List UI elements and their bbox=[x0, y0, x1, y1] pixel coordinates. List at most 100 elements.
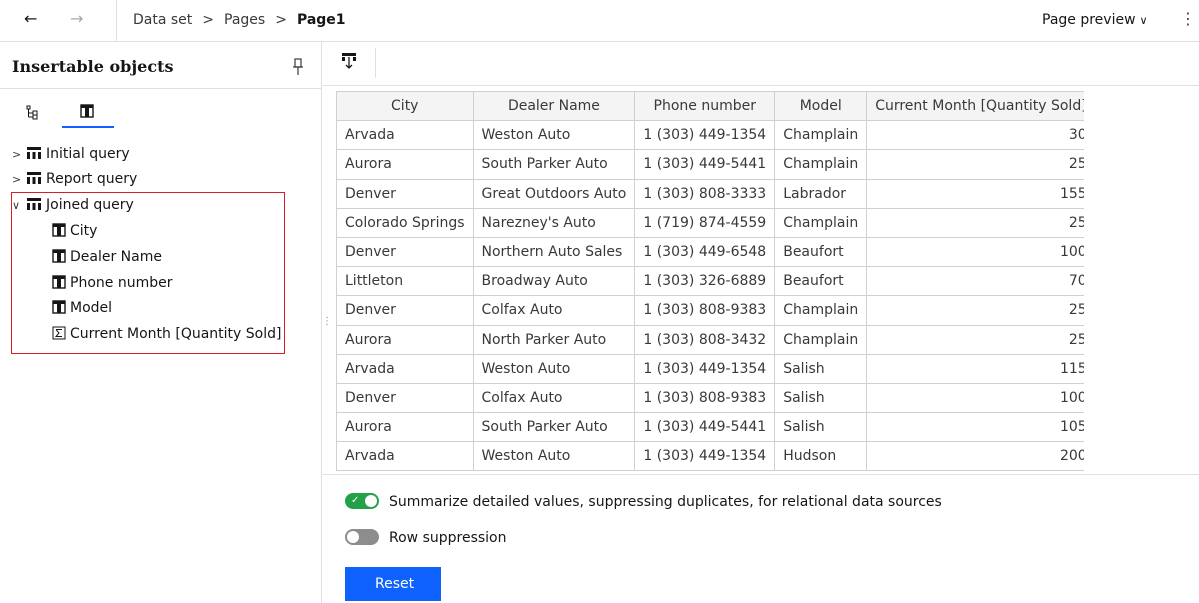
table-cell: Champlain bbox=[774, 207, 868, 238]
column-header-model[interactable]: Model bbox=[774, 91, 868, 122]
table-cell: 155 bbox=[866, 178, 1084, 209]
table-cell: 25 bbox=[866, 207, 1084, 238]
table-row[interactable]: Aurora South Parker Auto 1 (303) 449-5441 C… bbox=[336, 149, 1084, 180]
chevron-right-icon[interactable]: > bbox=[12, 168, 26, 192]
insert-column-icon[interactable] bbox=[341, 52, 357, 70]
chevron-down-icon[interactable]: ∨ bbox=[12, 194, 26, 218]
tree-item-report-query[interactable]: > Report query bbox=[12, 167, 137, 191]
table-row[interactable]: Arvada Weston Auto 1 (303) 449-1354 Champla… bbox=[336, 120, 1084, 151]
table-cell: Salish bbox=[774, 412, 868, 443]
data-item-icon bbox=[52, 300, 66, 314]
column-header-city[interactable]: City bbox=[336, 91, 474, 122]
column-header-quantity-sold[interactable]: Current Month [Quantity Sold] bbox=[866, 91, 1084, 122]
table-row[interactable]: Denver Northern Auto Sales 1 (303) 449-654… bbox=[336, 236, 1084, 268]
table-cell: Denver bbox=[336, 178, 474, 209]
table-cell: Aurora bbox=[336, 324, 474, 355]
tree-item-phone-number[interactable]: Phone number bbox=[52, 271, 172, 295]
hierarchy-icon bbox=[26, 105, 38, 120]
table-cell: Hudson bbox=[774, 441, 868, 472]
panel-title: Insertable objects bbox=[12, 57, 174, 76]
table-cell: South Parker Auto bbox=[472, 149, 636, 180]
overflow-menu-icon[interactable]: ⋮ bbox=[1180, 8, 1196, 30]
summarize-option: ✓ Summarize detailed values, suppressing … bbox=[345, 492, 942, 512]
table-cell: Salish bbox=[774, 382, 868, 414]
insertable-objects-panel: Insertable objects > Initial query > Repor… bbox=[0, 42, 322, 603]
data-item-icon bbox=[52, 275, 66, 289]
table-row[interactable]: Littleton Broadway Auto 1 (303) 326-6889 Be… bbox=[336, 266, 1084, 297]
table-row[interactable]: Denver Great Outdoors Auto 1 (303) 808-333… bbox=[336, 178, 1084, 209]
table-row[interactable]: Aurora South Parker Auto 1 (303) 449-5441 S… bbox=[336, 412, 1084, 443]
table-row[interactable]: Arvada Weston Auto 1 (303) 449-1354 Hudson 2… bbox=[336, 441, 1084, 472]
table-cell: Weston Auto bbox=[472, 120, 636, 151]
tab-source-tree[interactable] bbox=[8, 96, 60, 128]
table-cell: Arvada bbox=[336, 353, 474, 384]
tab-data-items[interactable] bbox=[62, 96, 114, 128]
tree-item-dealer-name[interactable]: Dealer Name bbox=[52, 245, 162, 269]
toolbar-divider bbox=[116, 0, 117, 41]
table-cell: 1 (719) 874-4559 bbox=[634, 207, 776, 238]
tree-item-label: City bbox=[70, 223, 98, 239]
summarize-toggle[interactable]: ✓ bbox=[345, 493, 379, 509]
table-cell: Denver bbox=[336, 295, 474, 326]
table-cell: North Parker Auto bbox=[472, 324, 636, 355]
table-cell: 100 bbox=[866, 236, 1084, 268]
table-cell: 115 bbox=[866, 353, 1084, 384]
table-cell: Littleton bbox=[336, 266, 474, 297]
toggle-knob bbox=[347, 531, 359, 543]
table-cell: Northern Auto Sales bbox=[472, 236, 636, 268]
row-suppression-toggle[interactable] bbox=[345, 529, 379, 545]
tree-item-city[interactable]: City bbox=[52, 219, 97, 243]
table-cell: 1 (303) 808-3333 bbox=[634, 178, 776, 209]
page-preview-dropdown[interactable]: Page preview ∨ bbox=[1042, 10, 1148, 31]
table-row[interactable]: Denver Colfax Auto 1 (303) 808-9383 Salish 1… bbox=[336, 382, 1084, 414]
table-cell: Arvada bbox=[336, 441, 474, 472]
table-cell: 100 bbox=[866, 382, 1084, 414]
table-cell: Champlain bbox=[774, 149, 868, 180]
table-bottom-divider bbox=[323, 474, 1199, 475]
table-row[interactable]: Aurora North Parker Auto 1 (303) 808-3432 C… bbox=[336, 324, 1084, 355]
table-row[interactable]: Denver Colfax Auto 1 (303) 808-9383 Champla… bbox=[336, 295, 1084, 326]
table-cell: Beaufort bbox=[774, 266, 868, 297]
query-icon bbox=[27, 172, 41, 184]
breadcrumb-current-page: Page1 bbox=[296, 12, 346, 28]
table-cell: 1 (303) 808-9383 bbox=[634, 382, 776, 414]
table-cell: 105 bbox=[866, 412, 1084, 443]
data-table: City Dealer Name Phone number Model Curr… bbox=[336, 91, 1084, 472]
table-cell: Arvada bbox=[336, 120, 474, 151]
toggle-knob bbox=[365, 495, 377, 507]
tree-item-joined-query[interactable]: ∨ Joined query bbox=[12, 193, 134, 217]
column-header-phone-number[interactable]: Phone number bbox=[634, 91, 776, 122]
table-cell: 25 bbox=[866, 149, 1084, 180]
table-toolbar bbox=[323, 42, 1199, 86]
tree-item-quantity-sold[interactable]: Current Month [Quantity Sold] bbox=[52, 322, 281, 346]
chevron-right-icon: > bbox=[275, 12, 287, 28]
table-row[interactable]: Colorado Springs Narezney's Auto 1 (719) 8… bbox=[336, 207, 1084, 238]
column-header-dealer-name[interactable]: Dealer Name bbox=[472, 91, 636, 122]
back-arrow-icon[interactable]: ← bbox=[24, 8, 37, 30]
chevron-down-icon: ∨ bbox=[1139, 14, 1148, 27]
tree-item-label: Dealer Name bbox=[70, 249, 162, 265]
table-row[interactable]: Arvada Weston Auto 1 (303) 449-1354 Salish 1… bbox=[336, 353, 1084, 384]
table-cell: Aurora bbox=[336, 412, 474, 443]
query-icon bbox=[27, 147, 41, 159]
data-item-icon bbox=[80, 104, 94, 118]
table-cell: Broadway Auto bbox=[472, 266, 636, 297]
table-cell: Weston Auto bbox=[472, 441, 636, 472]
panel-resize-handle[interactable]: ⋮ bbox=[322, 317, 332, 327]
breadcrumb-data-set[interactable]: Data set bbox=[133, 12, 192, 28]
tree-item-initial-query[interactable]: > Initial query bbox=[12, 142, 130, 166]
table-cell: Denver bbox=[336, 382, 474, 414]
table-cell: South Parker Auto bbox=[472, 412, 636, 443]
reset-button[interactable]: Reset bbox=[345, 567, 441, 601]
table-cell: 25 bbox=[866, 295, 1084, 326]
tree-item-label: Model bbox=[70, 300, 113, 316]
forward-arrow-icon[interactable]: → bbox=[70, 8, 83, 30]
chevron-right-icon[interactable]: > bbox=[12, 143, 26, 167]
tree-item-model[interactable]: Model bbox=[52, 296, 112, 320]
table-cell: Denver bbox=[336, 236, 474, 268]
query-icon bbox=[27, 198, 41, 210]
pin-icon[interactable] bbox=[292, 58, 304, 76]
breadcrumb-pages[interactable]: Pages bbox=[224, 12, 265, 28]
table-cell: 30 bbox=[866, 120, 1084, 151]
table-cell: 1 (303) 449-6548 bbox=[634, 236, 776, 268]
